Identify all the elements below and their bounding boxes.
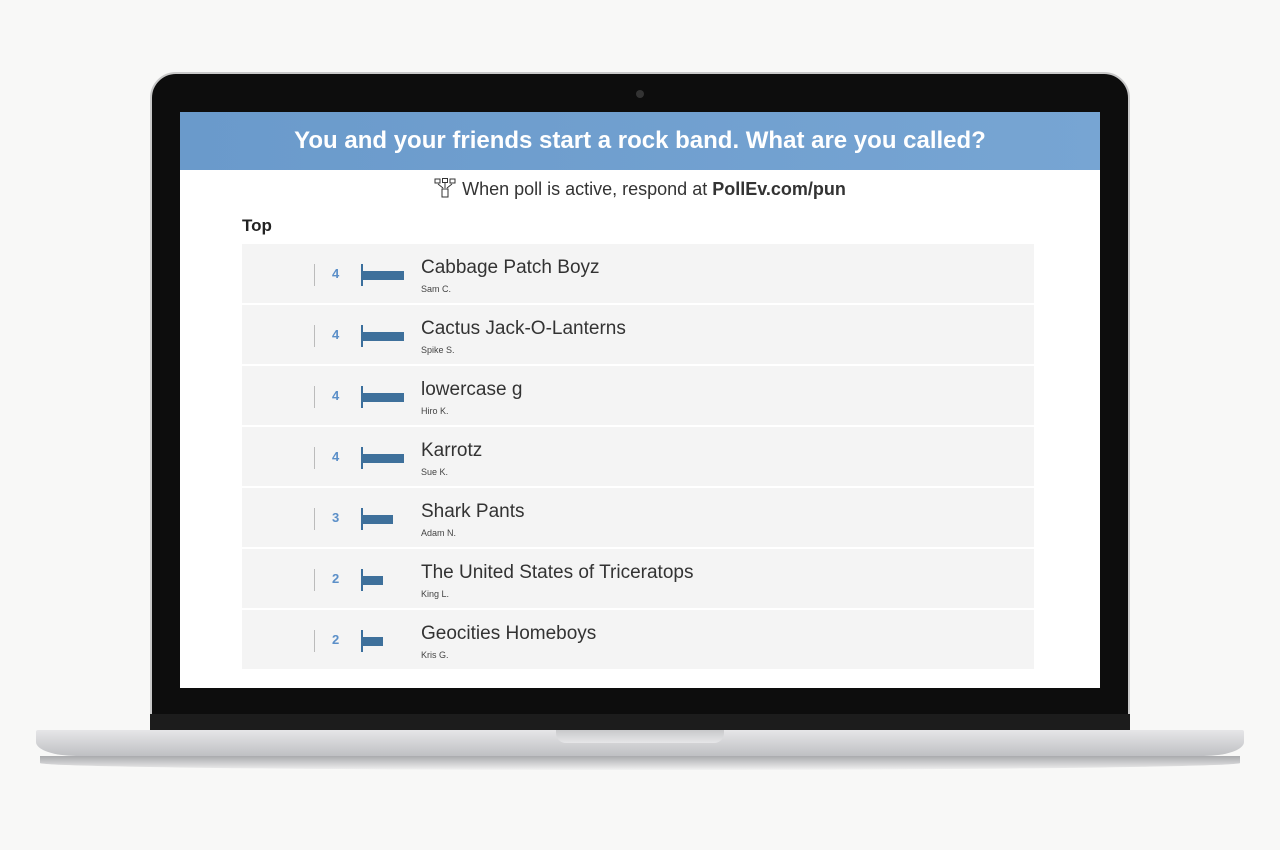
response-author: Sue K. xyxy=(421,467,449,477)
poll-url[interactable]: PollEv.com/pun xyxy=(712,179,846,199)
vote-count: 3 xyxy=(332,510,340,525)
vote-count: 4 xyxy=(332,327,340,342)
vote-bar xyxy=(361,271,405,280)
webcam xyxy=(636,90,644,98)
vote-bar xyxy=(361,393,405,402)
laptop-shadow xyxy=(40,756,1240,770)
response-row: 4 Cactus Jack-O-Lanterns Spike S. xyxy=(242,305,1034,364)
response-text: Cabbage Patch Boyz xyxy=(421,257,600,278)
response-author: King L. xyxy=(421,589,450,599)
response-text: Geocities Homeboys xyxy=(421,623,597,644)
instruction-text: When poll is active, respond at xyxy=(462,179,713,199)
devices-icon xyxy=(434,178,456,198)
divider xyxy=(314,447,315,469)
vote-count: 4 xyxy=(332,449,340,464)
vote-bar xyxy=(361,637,383,646)
vote-bar xyxy=(361,515,394,524)
response-text: Shark Pants xyxy=(421,501,525,522)
response-row: 4 Cabbage Patch Boyz Sam C. xyxy=(242,244,1034,303)
response-author: Spike S. xyxy=(421,345,455,355)
laptop-notch xyxy=(556,730,724,743)
divider xyxy=(314,630,315,652)
response-author: Adam N. xyxy=(421,528,457,538)
vote-bar xyxy=(361,332,405,341)
divider xyxy=(314,264,315,286)
response-row: 2 Geocities Homeboys Kris G. xyxy=(242,610,1034,669)
divider xyxy=(314,325,315,347)
vote-bar xyxy=(361,576,383,585)
laptop-chin xyxy=(150,714,1130,730)
response-text: The United States of Triceratops xyxy=(421,562,694,583)
divider xyxy=(314,569,315,591)
vote-count: 4 xyxy=(332,266,340,281)
vote-count: 2 xyxy=(332,571,340,586)
response-author: Kris G. xyxy=(421,650,449,660)
divider xyxy=(314,508,315,530)
divider xyxy=(314,386,315,408)
response-text: lowercase g xyxy=(421,379,523,400)
response-author: Hiro K. xyxy=(421,406,449,416)
response-row: 4 Karrotz Sue K. xyxy=(242,427,1034,486)
poll-screen: You and your friends start a rock band. … xyxy=(180,112,1100,688)
vote-count: 2 xyxy=(332,632,340,647)
section-label: Top xyxy=(242,216,272,235)
vote-bar xyxy=(361,454,405,463)
response-row: 4 lowercase g Hiro K. xyxy=(242,366,1034,425)
poll-question: You and your friends start a rock band. … xyxy=(180,112,1100,170)
vote-count: 4 xyxy=(332,388,340,403)
response-list: 4 Cabbage Patch Boyz Sam C. 4 Cactus Jac… xyxy=(242,244,1034,671)
response-row: 3 Shark Pants Adam N. xyxy=(242,488,1034,547)
response-text: Cactus Jack-O-Lanterns xyxy=(421,318,626,339)
poll-instructions: When poll is active, respond at PollEv.c… xyxy=(180,176,1100,202)
response-text: Karrotz xyxy=(421,440,483,461)
response-author: Sam C. xyxy=(421,284,452,294)
response-row: 2 The United States of Triceratops King … xyxy=(242,549,1034,608)
